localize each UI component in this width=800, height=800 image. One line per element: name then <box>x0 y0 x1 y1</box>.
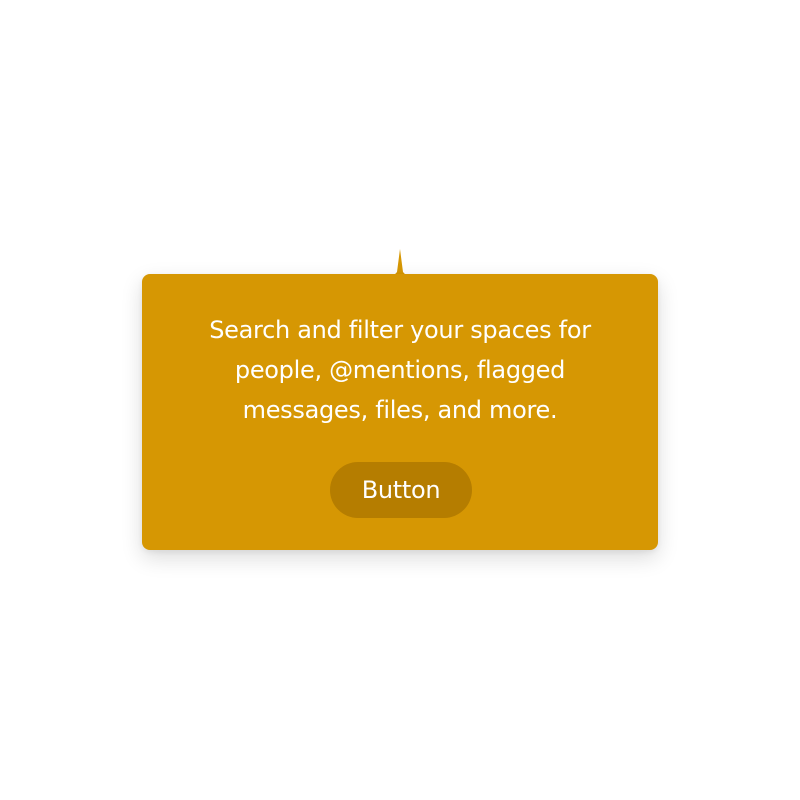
stage: Search and filter your spaces for people… <box>0 0 800 800</box>
popover-arrow <box>369 249 431 276</box>
coachmark-popover: Search and filter your spaces for people… <box>142 274 658 550</box>
popover-action-button[interactable]: Button <box>330 462 472 518</box>
popover-message: Search and filter your spaces for people… <box>209 316 591 424</box>
